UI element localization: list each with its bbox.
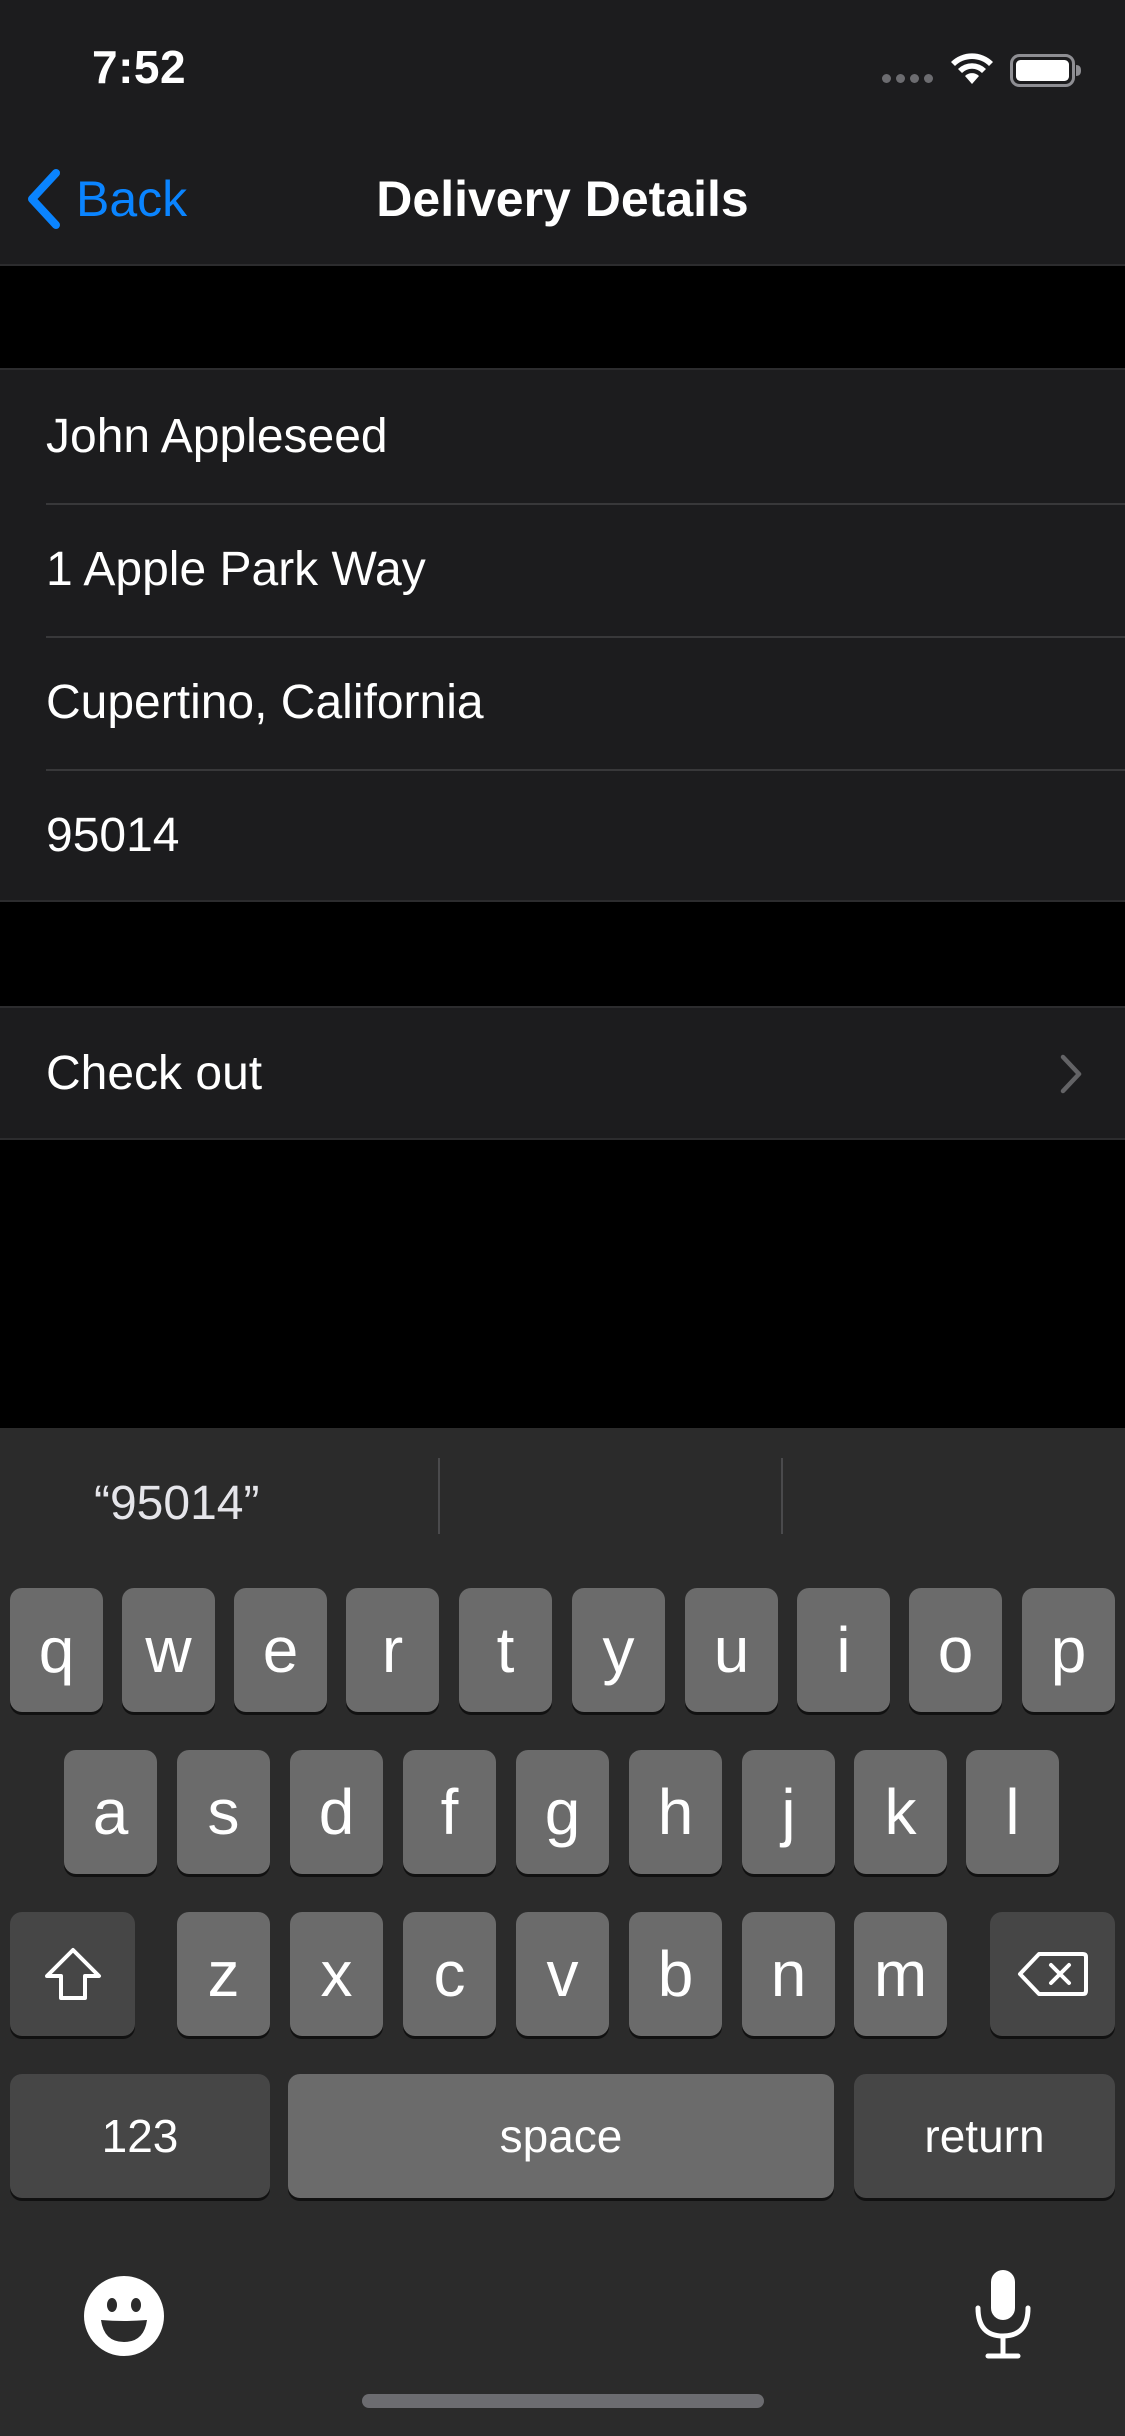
shift-icon [44,1948,101,2000]
address-section: John Appleseed 1 Apple Park Way Cupertin… [0,368,1125,902]
key-h[interactable]: h [629,1750,722,1874]
street-field[interactable]: 1 Apple Park Way [0,503,1125,636]
key-w[interactable]: w [122,1588,215,1712]
wifi-icon [951,53,993,84]
key-a[interactable]: a [64,1750,157,1874]
delete-key[interactable] [990,1912,1115,2036]
prediction-3[interactable] [781,1428,1125,1578]
key-o[interactable]: o [909,1588,1002,1712]
name-field[interactable]: John Appleseed [0,370,1125,503]
page-title: Delivery Details [376,171,749,227]
keyboard: “95014” q w e r t y u i o p a s d f g h … [0,1428,1125,2436]
key-r[interactable]: r [346,1588,439,1712]
key-p[interactable]: p [1022,1588,1115,1712]
key-s[interactable]: s [177,1750,270,1874]
key-z[interactable]: z [177,1912,270,2036]
shift-key[interactable] [10,1912,135,2036]
prediction-1[interactable]: “95014” [0,1428,438,1578]
key-f[interactable]: f [403,1750,496,1874]
key-g[interactable]: g [516,1750,609,1874]
checkout-section: Check out [0,1006,1125,1140]
chevron-right-icon [1060,1054,1082,1094]
key-m[interactable]: m [854,1912,947,2036]
return-key[interactable]: return [854,2074,1115,2198]
key-e[interactable]: e [234,1588,327,1712]
cellular-signal-icon [882,74,933,83]
key-y[interactable]: y [572,1588,665,1712]
delete-icon [1017,1952,1088,1996]
status-time: 7:52 [92,41,187,93]
emoji-icon[interactable] [82,2274,166,2358]
space-key[interactable]: space [288,2074,834,2198]
microphone-icon[interactable] [970,2266,1036,2362]
key-c[interactable]: c [403,1912,496,2036]
prediction-bar: “95014” [0,1428,1125,1578]
home-indicator[interactable] [362,2394,764,2408]
checkout-label: Check out [46,1046,263,1100]
key-n[interactable]: n [742,1912,835,2036]
zip-field[interactable]: 95014 [0,769,1125,902]
key-v[interactable]: v [516,1912,609,2036]
status-bar: 7:52 [0,0,1125,132]
key-u[interactable]: u [685,1588,778,1712]
key-b[interactable]: b [629,1912,722,2036]
key-i[interactable]: i [797,1588,890,1712]
key-l[interactable]: l [966,1750,1059,1874]
numbers-key[interactable]: 123 [10,2074,270,2198]
key-t[interactable]: t [459,1588,552,1712]
key-j[interactable]: j [742,1750,835,1874]
key-k[interactable]: k [854,1750,947,1874]
key-d[interactable]: d [290,1750,383,1874]
key-q[interactable]: q [10,1588,103,1712]
key-x[interactable]: x [290,1912,383,2036]
battery-icon [1010,54,1081,87]
city-state-field[interactable]: Cupertino, California [0,636,1125,769]
navigation-bar: Back Delivery Details [0,132,1125,266]
checkout-row[interactable]: Check out [0,1008,1125,1138]
prediction-2[interactable] [437,1428,782,1578]
